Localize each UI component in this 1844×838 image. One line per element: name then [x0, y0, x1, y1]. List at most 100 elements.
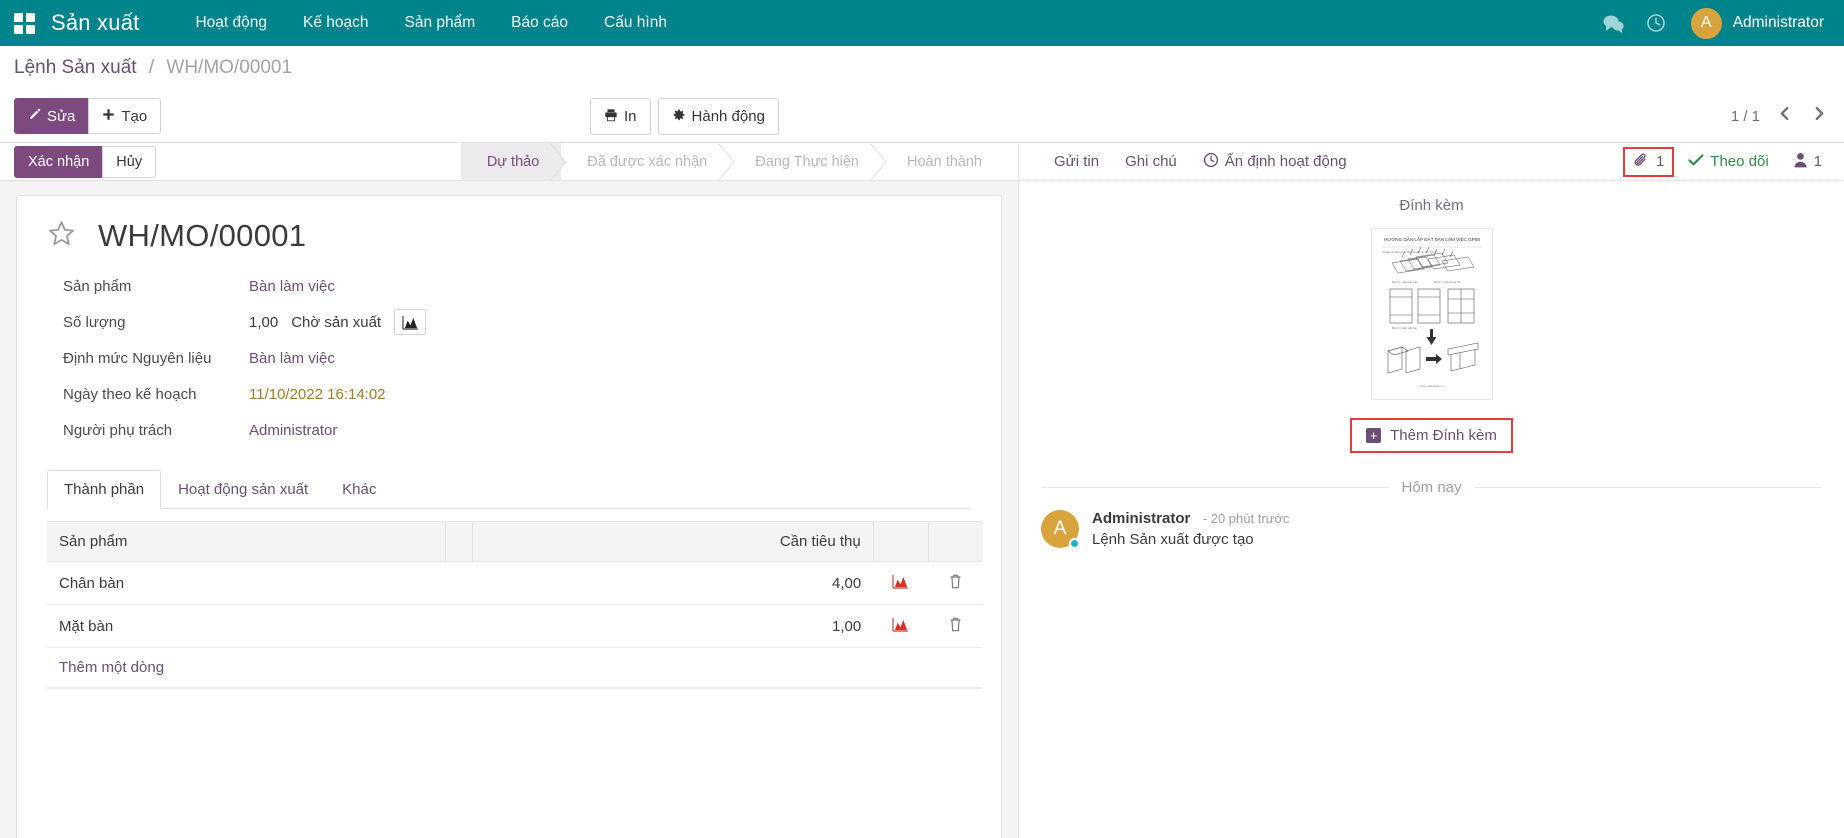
cell-blank — [446, 605, 472, 648]
column-actions — [928, 522, 983, 562]
attachments-title: Đính kèm — [1019, 191, 1844, 228]
gear-icon — [672, 108, 686, 125]
message-day-separator: Hôm nay — [1041, 479, 1822, 496]
attachments-section: Đính kèm HƯỚNG DẪN LẮP ĐẶT BÀN LÀM VIỆC … — [1019, 181, 1844, 453]
field-bom: Định mức Nguyên liệu Bàn làm việc — [63, 340, 971, 376]
pager-next-button[interactable] — [1809, 106, 1830, 126]
column-to-consume: Cần tiêu thụ — [472, 522, 873, 562]
follow-button[interactable]: Theo dõi — [1674, 153, 1782, 171]
action-button[interactable]: Hành động — [658, 98, 779, 135]
stage-confirmed-label: Đã được xác nhận — [587, 154, 707, 170]
pager-previous-button[interactable] — [1774, 106, 1795, 126]
action-button-label: Hành động — [692, 109, 765, 124]
field-responsible-value[interactable]: Administrator — [249, 422, 337, 439]
stage-in-progress-label: Đang Thực hiện — [755, 154, 859, 170]
statusbar-buttons: Xác nhận Hủy — [14, 146, 156, 178]
user-name-label: Administrator — [1733, 14, 1824, 32]
message-header: Administrator - 20 phút trước — [1092, 510, 1289, 528]
forecast-chart-icon[interactable] — [394, 309, 426, 335]
field-product-value[interactable]: Bàn làm việc — [249, 278, 335, 295]
tab-work-orders[interactable]: Hoạt động sản xuất — [161, 470, 325, 509]
stage-done-label: Hoàn thành — [907, 154, 982, 170]
stage-draft[interactable]: Dự thảo — [461, 143, 561, 180]
edit-button[interactable]: Sửa — [14, 98, 89, 134]
star-icon[interactable] — [47, 219, 76, 253]
edit-button-label: Sửa — [47, 109, 75, 124]
separator-line-left — [1041, 487, 1389, 488]
paperclip-icon — [1633, 152, 1649, 172]
add-line-button[interactable]: Thêm một dòng — [47, 648, 983, 688]
breadcrumb-current: WH/MO/00001 — [166, 57, 292, 78]
table-row[interactable]: Mặt bàn 1,00 — [47, 605, 983, 648]
nav-menu-products[interactable]: Sản phẩm — [386, 14, 493, 32]
field-quantity-value-group: 1,00 Chờ sản xuất — [249, 309, 426, 335]
nav-menu-reporting[interactable]: Báo cáo — [493, 14, 586, 32]
stage-confirmed[interactable]: Đã được xác nhận — [561, 143, 729, 180]
confirm-button[interactable]: Xác nhận — [14, 146, 103, 178]
apps-grid-icon[interactable] — [14, 13, 35, 34]
pencil-icon — [28, 108, 41, 124]
top-navbar: Sản xuất Hoạt động Kế hoạch Sản phẩm Báo… — [0, 0, 1844, 46]
nav-menu-operations[interactable]: Hoạt động — [177, 14, 285, 32]
avatar: A — [1691, 8, 1722, 39]
chatter-panel: Gửi tin Ghi chú Ấn định hoạt động — [1018, 143, 1844, 838]
field-scheduled-date-label: Ngày theo kế hoạch — [63, 386, 249, 403]
followers-count-label: 1 — [1814, 153, 1822, 170]
clock-icon — [1203, 152, 1219, 172]
field-responsible: Người phụ trách Administrator — [63, 412, 971, 448]
add-attachment-label: Thêm Đính kèm — [1390, 427, 1497, 444]
field-bom-value[interactable]: Bàn làm việc — [249, 350, 335, 367]
breadcrumb-root[interactable]: Lệnh Sản xuất — [14, 57, 137, 78]
forecast-red-icon[interactable] — [873, 605, 928, 648]
message-body: Lệnh Sản xuất được tạo — [1092, 531, 1289, 548]
edit-create-group: Sửa Tạo — [14, 98, 161, 134]
page-title: WH/MO/00001 — [98, 218, 306, 254]
field-quantity-label: Số lượng — [63, 314, 249, 331]
add-attachment-button[interactable]: + Thêm Đính kèm — [1350, 418, 1513, 453]
navbar-right-group: A Administrator — [1593, 8, 1830, 39]
create-button[interactable]: Tạo — [88, 98, 161, 134]
send-message-button[interactable]: Gửi tin — [1041, 153, 1112, 170]
control-panel: Lệnh Sản xuất / WH/MO/00001 Sửa — [0, 46, 1844, 143]
nav-menu-planning[interactable]: Kế hoạch — [285, 14, 387, 32]
nav-menu-configuration[interactable]: Cấu hình — [586, 14, 685, 32]
print-button[interactable]: In — [590, 98, 651, 135]
followers-button[interactable]: 1 — [1783, 152, 1828, 172]
tab-components[interactable]: Thành phần — [47, 470, 161, 509]
cell-product: Chân bàn — [47, 562, 446, 605]
table-row[interactable]: Chân bàn 4,00 — [47, 562, 983, 605]
cancel-button[interactable]: Hủy — [102, 146, 156, 178]
field-product: Sản phẩm Bàn làm việc — [63, 268, 971, 304]
clock-icon[interactable] — [1635, 13, 1677, 33]
pager: 1 / 1 — [1731, 106, 1830, 126]
plus-icon: + — [1366, 428, 1381, 443]
printer-icon — [604, 108, 618, 125]
schedule-activity-button[interactable]: Ấn định hoạt động — [1190, 152, 1360, 172]
trash-icon[interactable] — [928, 605, 983, 648]
tab-miscellaneous[interactable]: Khác — [325, 470, 393, 509]
stage-in-progress[interactable]: Đang Thực hiện — [729, 143, 881, 180]
cell-to-consume: 4,00 — [472, 562, 873, 605]
trash-icon[interactable] — [928, 562, 983, 605]
components-table-body: Chân bàn 4,00 — [47, 562, 983, 689]
chat-bubbles-icon[interactable] — [1593, 14, 1635, 33]
log-note-button[interactable]: Ghi chú — [1112, 153, 1190, 170]
app-brand-title[interactable]: Sản xuất — [51, 10, 139, 36]
breadcrumb-separator: / — [149, 57, 154, 78]
attachment-count-button[interactable]: 1 — [1623, 147, 1674, 177]
user-icon — [1793, 152, 1808, 172]
user-menu[interactable]: A Administrator — [1691, 8, 1830, 39]
components-table: Sản phẩm Cần tiêu thụ Chân bàn — [47, 521, 983, 689]
print-action-group: In Hành động — [590, 98, 779, 135]
attachment-thumbnail[interactable]: HƯỚNG DẪN LẮP ĐẶT BÀN LÀM VIỆC GP08 Chuẩ… — [1371, 228, 1493, 400]
field-scheduled-date: Ngày theo kế hoạch 11/10/2022 16:14:02 — [63, 376, 971, 412]
message-author[interactable]: Administrator — [1092, 510, 1190, 527]
stage-done[interactable]: Hoàn thành — [881, 143, 1004, 180]
forecast-red-icon[interactable] — [873, 562, 928, 605]
follow-label: Theo dõi — [1710, 153, 1768, 170]
odoo-manufacturing-order-page: Sản xuất Hoạt động Kế hoạch Sản phẩm Báo… — [0, 0, 1844, 838]
svg-text:www.noithatgiare.vn: www.noithatgiare.vn — [1419, 384, 1444, 388]
form-fields: Sản phẩm Bàn làm việc Số lượng 1,00 Chờ … — [63, 268, 971, 448]
table-add-row[interactable]: Thêm một dòng — [47, 648, 983, 689]
chatter-right-group: 1 Theo dõi 1 — [1623, 147, 1828, 177]
